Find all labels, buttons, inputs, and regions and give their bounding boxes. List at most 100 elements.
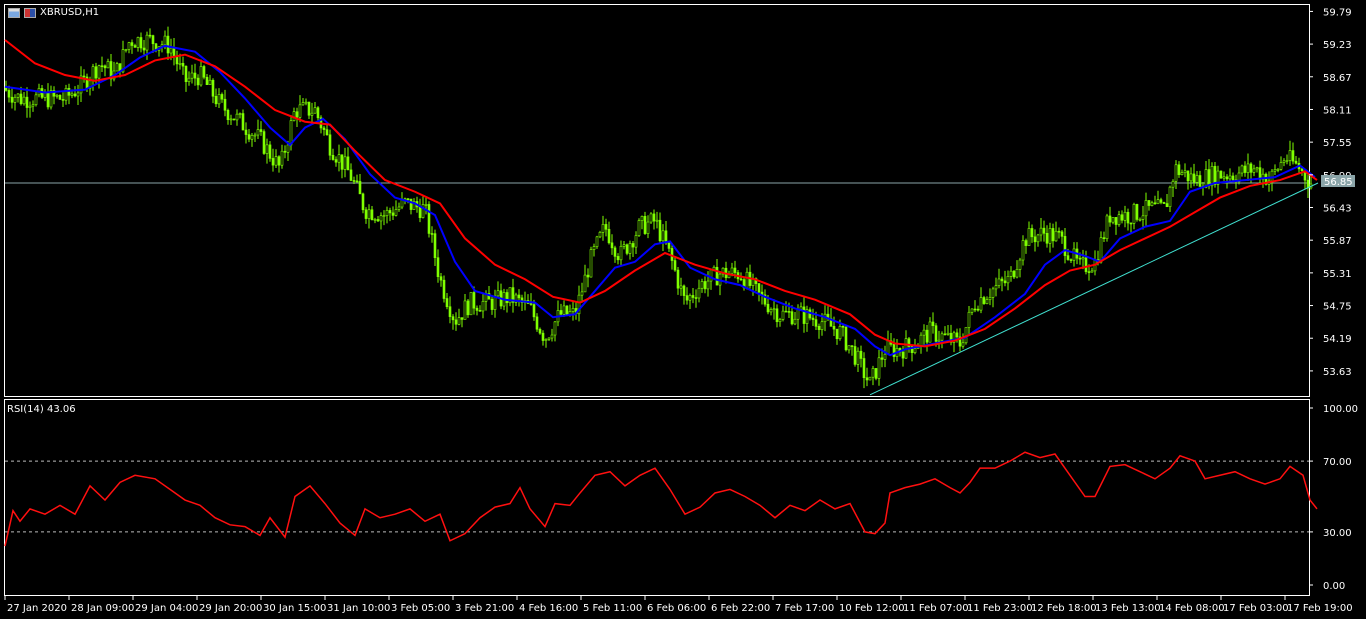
candle-body [853, 346, 857, 365]
candle-body [1135, 204, 1139, 220]
candle-body [925, 329, 929, 343]
candle-body [16, 93, 20, 98]
candle-body [862, 358, 866, 379]
candle-body [1168, 186, 1172, 208]
candle-body [604, 224, 608, 230]
candle-body [352, 180, 356, 182]
candle-body [424, 204, 428, 206]
candle-body [265, 144, 269, 154]
candle-body [22, 96, 26, 105]
candle-body [1204, 169, 1208, 188]
candle-body [676, 269, 680, 289]
candle-body [193, 72, 197, 79]
candle-body [940, 333, 944, 341]
candle-body [580, 291, 584, 296]
candle-body [469, 292, 473, 316]
candle-body [256, 129, 260, 136]
candle-body [883, 353, 887, 360]
candle-body [346, 156, 350, 171]
candle-body [445, 298, 449, 308]
flag-icon [24, 7, 36, 18]
candle-body [1027, 228, 1031, 246]
candle-body [880, 357, 884, 360]
trendline[interactable] [869, 182, 1319, 396]
rsi-tick-label: 70.00 [1323, 457, 1352, 468]
candle-body [94, 66, 98, 79]
candle-body [151, 35, 155, 45]
candle-body [1132, 204, 1136, 224]
candle-body [1066, 255, 1070, 260]
candle-body [1282, 160, 1286, 163]
candle-body [145, 34, 149, 51]
candle-body [1150, 202, 1154, 206]
candle-body [127, 42, 131, 50]
candle-body [532, 304, 536, 318]
candle-body [373, 219, 377, 221]
price-tick-label: 54.19 [1323, 334, 1352, 345]
rsi-panel-frame [4, 399, 1310, 596]
candle-body [1192, 173, 1196, 183]
candle-body [937, 339, 941, 342]
candle-body [211, 79, 215, 97]
candle-body [766, 303, 770, 313]
candle-body [955, 332, 959, 338]
candle-body [661, 230, 665, 242]
candle-body [877, 357, 881, 379]
candle-body [274, 156, 278, 166]
candle-body [919, 334, 923, 346]
candle-body [1090, 270, 1094, 273]
candle-body [994, 285, 998, 290]
candle-body [787, 311, 791, 313]
candle-body [457, 317, 461, 325]
candle-body [1120, 214, 1124, 221]
candle-body [295, 111, 299, 118]
time-tick-label: 11 Feb 07:00 [903, 603, 969, 614]
candle-body [349, 169, 353, 181]
candle-body [382, 215, 386, 217]
candle-body [397, 206, 401, 210]
candle-body [1030, 228, 1034, 238]
candle-body [1213, 166, 1217, 185]
ma-slow-line [4, 39, 1318, 348]
price-plot[interactable] [4, 26, 1319, 396]
candle-body [796, 309, 800, 320]
trading-chart[interactable]: 59.7959.2358.6758.1157.5556.9956.4355.87… [0, 0, 1366, 619]
rsi-plot[interactable] [4, 451, 1318, 547]
candle-body [271, 158, 275, 166]
candle-body [607, 228, 611, 244]
candle-body [313, 107, 317, 114]
candle-body [973, 308, 977, 311]
candle-body [790, 311, 794, 325]
candle-body [835, 328, 839, 340]
candle-body [379, 215, 383, 222]
candle-body [979, 297, 983, 311]
candle-body [847, 345, 851, 351]
candle-body [841, 325, 845, 328]
candle-body [481, 301, 485, 312]
candle-body [214, 95, 218, 105]
candle-body [595, 236, 599, 247]
candle-body [70, 93, 74, 96]
candle-body [1141, 215, 1145, 220]
candle-body [31, 104, 35, 107]
candle-body [124, 49, 128, 51]
candle-body [586, 274, 590, 278]
candle-body [844, 326, 848, 351]
candle-body [262, 131, 266, 154]
candle-body [802, 306, 806, 324]
candle-body [694, 297, 698, 299]
time-tick-label: 12 Feb 18:00 [1031, 603, 1097, 614]
candle-body [133, 45, 137, 48]
candle-body [1036, 234, 1040, 243]
candle-body [103, 65, 107, 69]
candle-body [1102, 237, 1106, 239]
candle-body [997, 278, 1001, 286]
time-tick-label: 17 Feb 03:00 [1223, 603, 1289, 614]
candle-body [340, 154, 344, 170]
current-price-text: 56.85 [1324, 177, 1353, 188]
candle-body [1000, 278, 1004, 282]
candle-body [589, 249, 593, 278]
candle-body [652, 213, 656, 222]
candle-body [34, 94, 38, 106]
candle-body [370, 209, 374, 220]
